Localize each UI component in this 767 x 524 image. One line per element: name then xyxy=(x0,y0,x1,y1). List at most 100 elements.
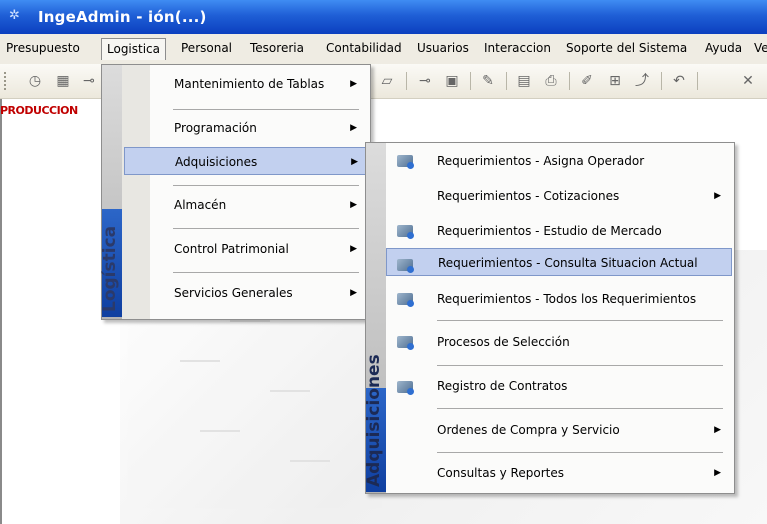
menu-usuarios[interactable]: Usuarios xyxy=(417,41,469,55)
preview-icon[interactable]: ▤ xyxy=(515,72,533,90)
menu-item-label: Procesos de Selección xyxy=(437,335,570,349)
save-icon[interactable]: ▣ xyxy=(443,72,461,90)
menu-separator xyxy=(437,408,723,409)
adquisiciones-menu: Adquisiciones Requerimientos - Asigna Op… xyxy=(364,142,735,494)
menu-item-label: Requerimientos - Cotizaciones xyxy=(437,189,620,203)
menu-separator xyxy=(173,228,359,229)
menu-item-asigna-operador[interactable]: Requerimientos - Asigna Operador xyxy=(415,147,731,175)
menu-item-label: Ordenes de Compra y Servicio xyxy=(437,423,620,437)
print-icon[interactable]: ⎙ xyxy=(542,72,560,90)
window-title: IngeAdmin - ión(...) xyxy=(38,8,207,26)
clock-icon[interactable]: ◷ xyxy=(26,72,44,90)
menu-contabilidad[interactable]: Contabilidad xyxy=(326,41,402,55)
menu-item-programacion[interactable]: Programación ▶ xyxy=(151,114,367,142)
menu-item-control-patrimonial[interactable]: Control Patrimonial ▶ xyxy=(151,235,367,263)
submenu-arrow-icon: ▶ xyxy=(714,191,721,201)
toolbar-separator xyxy=(470,72,471,90)
menu-icon-column xyxy=(122,65,150,319)
toolbar-separator xyxy=(661,72,662,90)
key-alt-icon[interactable]: ⊸ xyxy=(416,72,434,90)
menu-separator xyxy=(437,452,723,453)
menu-separator xyxy=(437,365,723,366)
menu-separator xyxy=(437,320,723,321)
menu-item-label: Programación xyxy=(174,121,257,135)
menu-item-consultas-reportes[interactable]: Consultas y Reportes ▶ xyxy=(415,459,731,487)
grid-icon[interactable]: ⊞ xyxy=(606,72,624,90)
form-icon xyxy=(397,225,414,239)
menu-logistica[interactable]: Logistica xyxy=(101,38,167,60)
close-icon[interactable]: ✕ xyxy=(739,72,757,90)
app-icon[interactable]: ✲ xyxy=(9,9,23,23)
menu-item-label: Registro de Contratos xyxy=(437,379,568,393)
submenu-arrow-icon: ▶ xyxy=(350,244,357,254)
menu-item-mantenimiento-tablas[interactable]: Mantenimiento de Tablas ▶ xyxy=(151,70,367,98)
menu-item-adquisiciones[interactable]: Adquisiciones ▶ xyxy=(124,147,369,175)
production-label: PRODUCCION xyxy=(0,104,78,117)
document-icon[interactable]: ▱ xyxy=(378,72,396,90)
menu-item-label: Mantenimiento de Tablas xyxy=(174,77,325,91)
menu-item-label: Requerimientos - Asigna Operador xyxy=(437,154,645,168)
menu-item-ordenes-compra-servicio[interactable]: Ordenes de Compra y Servicio ▶ xyxy=(415,416,731,444)
pen-icon[interactable]: ✐ xyxy=(578,72,596,90)
background-stroke xyxy=(270,390,310,392)
submenu-arrow-icon: ▶ xyxy=(350,288,357,298)
toolbar-separator xyxy=(697,72,698,90)
submenu-arrow-icon: ▶ xyxy=(350,123,357,133)
menu-ver[interactable]: Ve xyxy=(754,41,767,55)
menu-item-cotizaciones[interactable]: Requerimientos - Cotizaciones ▶ xyxy=(415,182,731,210)
logistica-menu: Logística Mantenimiento de Tablas ▶ Prog… xyxy=(100,64,371,320)
undo-icon[interactable]: ↶ xyxy=(670,72,688,90)
toolbar-separator xyxy=(569,72,570,90)
menu-item-servicios-generales[interactable]: Servicios Generales ▶ xyxy=(151,279,367,307)
form-icon xyxy=(397,293,414,307)
menubar: Presupuesto Logistica Personal Tesoreria… xyxy=(0,34,767,65)
submenu-arrow-icon: ▶ xyxy=(350,200,357,210)
form-icon xyxy=(397,259,414,273)
menu-ayuda[interactable]: Ayuda xyxy=(705,41,742,55)
export-icon[interactable]: ⤴ xyxy=(633,72,651,90)
edit-icon[interactable]: ✎ xyxy=(479,72,497,90)
menu-presupuesto[interactable]: Presupuesto xyxy=(6,41,80,55)
menu-item-label: Almacén xyxy=(174,198,227,212)
submenu-arrow-icon: ▶ xyxy=(351,157,358,167)
toolbar-separator xyxy=(506,72,507,90)
left-pane xyxy=(0,99,13,524)
background-stroke xyxy=(200,430,240,432)
menu-item-almacen[interactable]: Almacén ▶ xyxy=(151,191,367,219)
menu-separator xyxy=(173,272,359,273)
menu-item-todos-requerimientos[interactable]: Requerimientos - Todos los Requerimiento… xyxy=(415,285,731,313)
key-icon[interactable]: ⊸ xyxy=(80,72,98,90)
submenu-arrow-icon: ▶ xyxy=(714,468,721,478)
menu-item-estudio-mercado[interactable]: Requerimientos - Estudio de Mercado xyxy=(415,217,731,245)
menu-soporte[interactable]: Soporte del Sistema xyxy=(566,41,687,55)
menu-item-label: Requerimientos - Consulta Situacion Actu… xyxy=(438,256,698,270)
form-icon xyxy=(397,381,414,395)
menu-tesoreria[interactable]: Tesoreria xyxy=(250,41,304,55)
menu-item-label: Requerimientos - Todos los Requerimiento… xyxy=(437,292,697,306)
menu-item-registro-contratos[interactable]: Registro de Contratos xyxy=(415,372,731,400)
background-stroke xyxy=(290,460,330,462)
menu-item-label: Servicios Generales xyxy=(174,286,293,300)
menu-item-label: Adquisiciones xyxy=(175,155,258,169)
background-stroke xyxy=(180,360,220,362)
menu-item-consulta-situacion-actual[interactable]: Requerimientos - Consulta Situacion Actu… xyxy=(386,248,732,276)
menu-item-label: Consultas y Reportes xyxy=(437,466,564,480)
menu-interaccion[interactable]: Interaccion xyxy=(484,41,551,55)
toolbar-separator xyxy=(406,72,407,90)
form-icon xyxy=(397,155,414,169)
menu-separator xyxy=(173,109,359,110)
form-icon xyxy=(397,336,414,350)
calendar-icon[interactable]: ▦ xyxy=(54,72,72,90)
logistica-side-label: Logística xyxy=(100,225,120,312)
toolbar-grip[interactable] xyxy=(4,72,9,90)
menu-item-label: Requerimientos - Estudio de Mercado xyxy=(437,224,662,238)
window-titlebar: ✲ IngeAdmin - ión(...) xyxy=(0,0,767,34)
adquisiciones-side-label: Adquisiciones xyxy=(364,354,384,487)
menu-separator xyxy=(173,185,359,186)
submenu-arrow-icon: ▶ xyxy=(350,79,357,89)
menu-item-procesos-seleccion[interactable]: Procesos de Selección xyxy=(415,328,731,356)
menu-item-label: Control Patrimonial xyxy=(174,242,289,256)
submenu-arrow-icon: ▶ xyxy=(714,425,721,435)
menu-personal[interactable]: Personal xyxy=(181,41,232,55)
background-stroke xyxy=(230,320,270,322)
